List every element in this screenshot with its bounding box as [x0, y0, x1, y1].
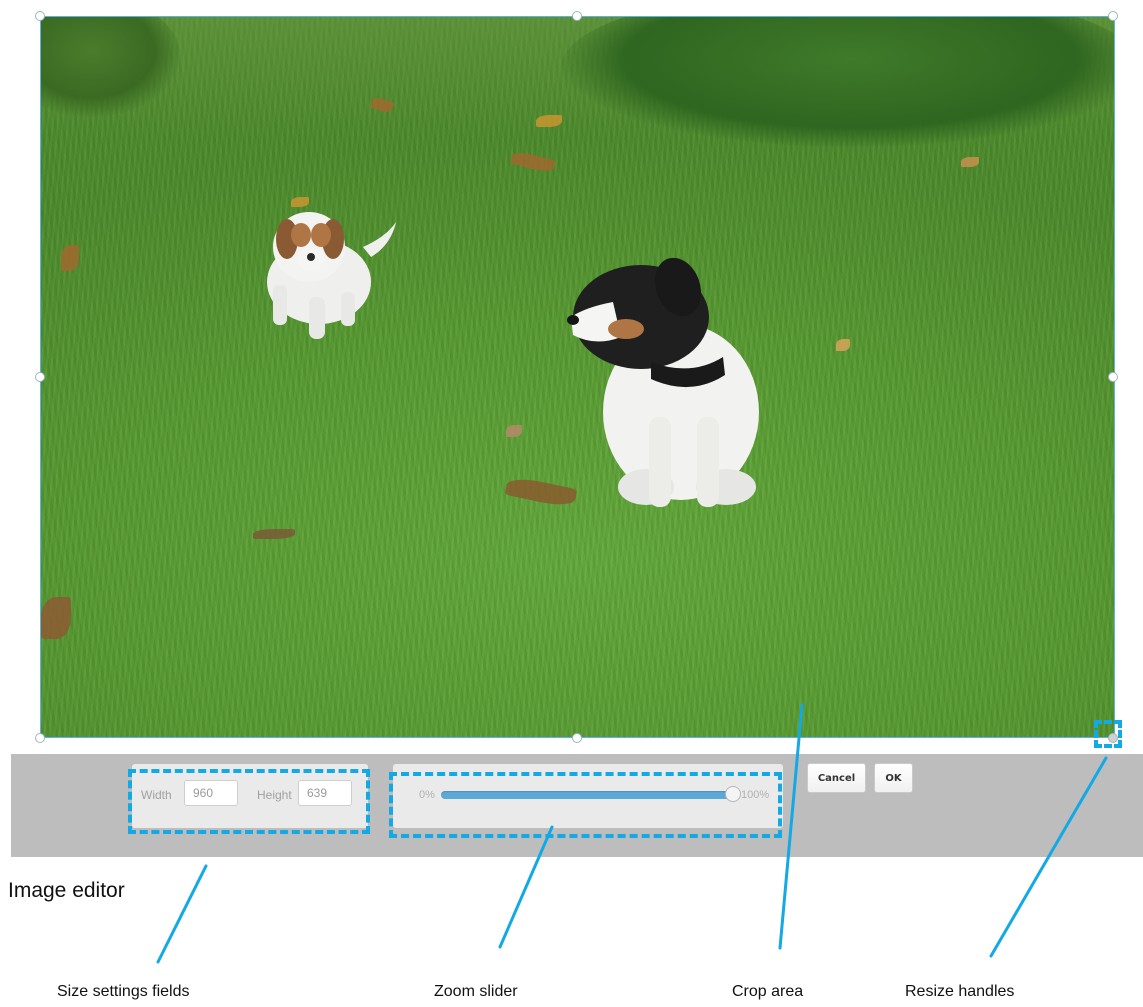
resize-handle-bottom-right[interactable]: [1108, 733, 1118, 743]
zoom-slider-track[interactable]: [441, 791, 733, 799]
puppy-back: [267, 212, 396, 339]
width-input[interactable]: [184, 780, 238, 806]
zoom-slider-caption: Zoom slider: [434, 983, 518, 1000]
callout-line-size-fields: [156, 864, 208, 964]
cancel-button[interactable]: Cancel: [807, 763, 866, 793]
puppy-front: [567, 257, 759, 507]
resize-handle-middle-right[interactable]: [1108, 372, 1118, 382]
editor-toolbar: Width Height 0% 100% Cancel OK: [11, 754, 1143, 857]
zoom-min-label: 0%: [419, 789, 435, 801]
resize-handle-bottom-center[interactable]: [572, 733, 582, 743]
resize-handle-bottom-left[interactable]: [35, 733, 45, 743]
ok-button[interactable]: OK: [874, 763, 913, 793]
zoom-panel: 0% 100%: [393, 764, 783, 828]
resize-handle-middle-left[interactable]: [35, 372, 45, 382]
resize-handle-top-center[interactable]: [572, 11, 582, 21]
zoom-slider-thumb[interactable]: [725, 786, 741, 802]
size-settings-panel: Width Height: [132, 764, 368, 828]
crop-area-caption: Crop area: [732, 983, 804, 1000]
height-input[interactable]: [298, 780, 352, 806]
image-editor-caption: Image editor: [8, 879, 125, 902]
puppy-running-illustration: [267, 212, 759, 507]
height-label: Height: [257, 788, 292, 802]
crop-area-image[interactable]: [41, 17, 1115, 738]
size-settings-caption: Size settings fields: [57, 983, 190, 1000]
width-label: Width: [141, 788, 172, 802]
resize-handle-top-right[interactable]: [1108, 11, 1118, 21]
resize-handle-top-left[interactable]: [35, 11, 45, 21]
zoom-max-label: 100%: [741, 789, 770, 801]
resize-handles-caption: Resize handles: [905, 983, 1015, 1000]
